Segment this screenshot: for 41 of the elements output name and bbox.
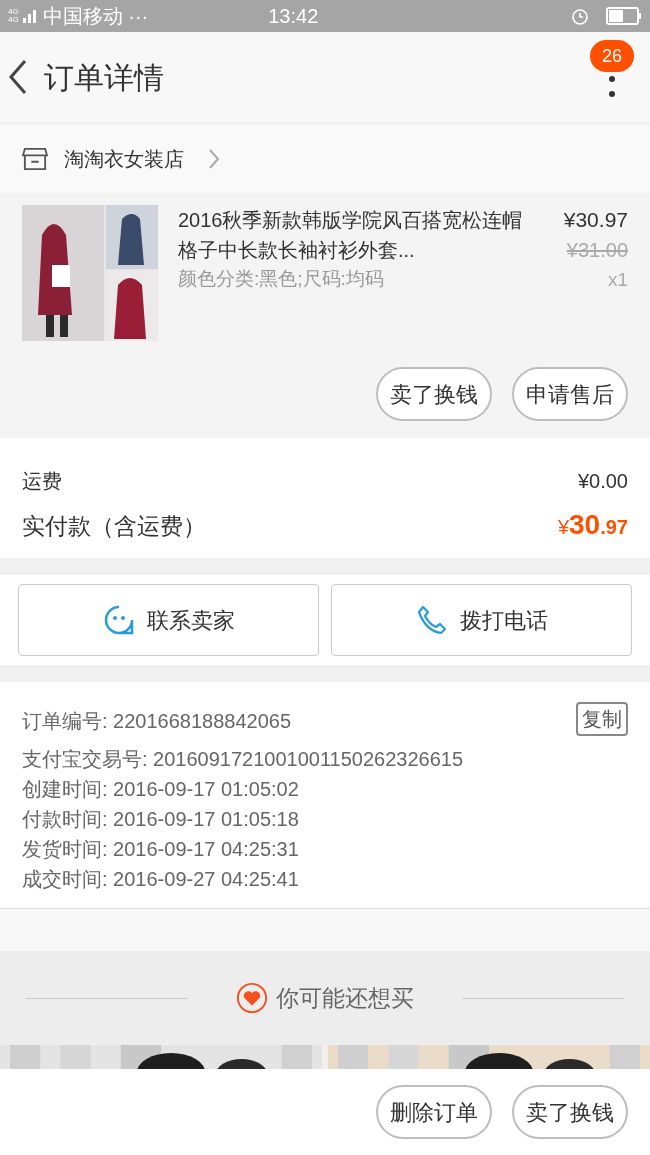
store-name: 淘淘衣女装店 [64, 147, 184, 172]
recommend-title: 你可能还想买 [276, 983, 414, 1013]
action-button[interactable]: 卖了换钱 [376, 367, 492, 421]
order-info-line: 支付宝交易号: 2016091721001001150262326615 [22, 747, 464, 772]
action-button[interactable]: 删除订单 [376, 1085, 492, 1139]
page-title: 订单详情 [44, 59, 164, 96]
network-label: 4G [8, 8, 19, 16]
carrier-name: 中国移动 ··· [42, 4, 149, 29]
order-info-line: 付款时间: 2016-09-17 01:05:18 [22, 807, 299, 832]
order-info-line: 成交时间: 2016-09-27 04:25:41 [22, 867, 299, 892]
original-price: ¥31.00 [566, 238, 628, 263]
copy-button[interactable]: 复制 [576, 702, 628, 736]
order-info-line: 订单编号: 2201668188842065 [22, 709, 292, 734]
total-decimal: .97 [600, 515, 628, 540]
signal-icon [22, 8, 39, 24]
store-row[interactable]: 淘淘衣女装店 [0, 125, 650, 193]
clock-time: 13:42 [268, 4, 319, 29]
currency-symbol: ¥ [557, 516, 570, 540]
contact-button[interactable]: 拨打电话 [331, 584, 632, 656]
action-button[interactable]: 申请售后 [512, 367, 628, 421]
contact-button[interactable]: 联系卖家 [18, 584, 319, 656]
order-info-line: 创建时间: 2016-09-17 01:05:02 [22, 777, 299, 802]
chevron-right-icon [208, 148, 220, 170]
total-amount: 30 [569, 508, 601, 542]
total-label: 实付款（含运费） [22, 512, 206, 541]
order-info-line: 发货时间: 2016-09-17 04:25:31 [22, 837, 299, 862]
alarm-icon [570, 6, 590, 26]
back-icon[interactable] [8, 59, 28, 95]
quantity: x1 [607, 268, 628, 292]
network-label: 4G [8, 16, 19, 24]
product-variant: 颜色分类:黑色;尺码:均码 [178, 267, 385, 291]
action-button[interactable]: 卖了换钱 [512, 1085, 628, 1139]
product-title: 2016秋季新款韩版学院风百搭宽松连帽格子中长款长袖衬衫外套... [178, 208, 524, 263]
notification-badge: 26 [590, 40, 634, 72]
shipping-fee: ¥0.00 [577, 469, 628, 494]
product-price: ¥30.97 [563, 207, 628, 233]
chat-bubble-icon [102, 604, 135, 636]
battery-icon [606, 7, 642, 25]
shipping-label: 运费 [22, 469, 62, 494]
store-icon [22, 147, 48, 171]
phone-icon [415, 604, 448, 636]
